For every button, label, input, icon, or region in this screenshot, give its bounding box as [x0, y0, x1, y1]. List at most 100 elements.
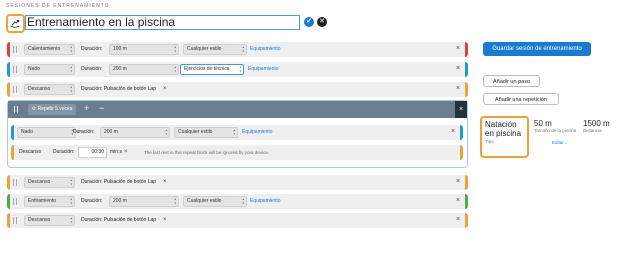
drag-handle-icon[interactable] [13, 66, 17, 73]
repeat-rest-note: The last rest in this repeat block will … [144, 150, 270, 155]
edit-pool-link[interactable]: Editar... [552, 140, 567, 146]
workout-title-input[interactable]: Entrenamiento en la piscina [25, 15, 300, 30]
equipment-link[interactable]: Equipamiento [250, 46, 281, 53]
pool-size-label: Tamaño de la piscina [534, 128, 577, 133]
sport-type-value: Natación en piscina [485, 120, 522, 138]
repeat-count-label: Repetir 5 veces [37, 106, 73, 112]
step-color-stripe [465, 62, 468, 77]
equipment-link[interactable]: Equipamiento [242, 129, 273, 136]
step-color-stripe [7, 82, 10, 97]
delete-step-icon[interactable]: × [456, 65, 460, 73]
drag-handle-icon[interactable] [13, 86, 17, 93]
remove-duration-icon[interactable]: × [163, 217, 167, 224]
check-icon: ✔ [306, 18, 312, 25]
stroke-select[interactable]: Ejercicios de técnica [180, 64, 244, 75]
repeat-count-button[interactable]: ⟳ Repetir 5 veces [28, 104, 77, 115]
drag-handle-icon[interactable] [14, 106, 18, 113]
remove-duration-icon[interactable]: × [163, 179, 167, 186]
save-workout-button[interactable]: Guardar sesión de entrenamiento [483, 42, 591, 56]
step-color-stripe [460, 125, 463, 140]
step-color-stripe [465, 82, 468, 97]
duration-label: Duración: [73, 129, 95, 135]
step-swim: Nado Duración: 200 m Ejercicios de técni… [7, 62, 468, 77]
step-type-select[interactable]: Nado [24, 64, 75, 75]
distance-value: 1500 m [583, 119, 610, 128]
delete-step-icon[interactable]: × [456, 197, 460, 205]
equipment-link[interactable]: Equipamiento [250, 198, 281, 205]
step-type-select[interactable]: Enfriamiento [24, 196, 75, 207]
distance-label: Distancia [583, 128, 602, 133]
drag-handle-icon[interactable] [13, 179, 17, 186]
step-type-select[interactable]: Descanso [24, 215, 75, 226]
step-color-stripe [7, 62, 10, 77]
sport-icon-box[interactable] [6, 14, 25, 33]
duration-select[interactable]: 200 m [109, 196, 179, 207]
step-type-select[interactable]: Descanso [24, 177, 75, 188]
repeat-step-rest: Descanso Duración: 00:30 min:s × The las… [11, 145, 463, 160]
duration-label: Duración: [81, 66, 103, 72]
duration-select[interactable]: 100 m [109, 44, 179, 55]
step-rest: Descanso Duración: Pulsación de botón La… [7, 175, 468, 190]
drag-handle-icon[interactable] [13, 198, 17, 205]
step-rest: Descanso Duración: Pulsación de botón La… [7, 213, 468, 228]
step-color-stripe [465, 194, 468, 209]
duration-lap-label: Duración: Pulsación de botón Lap [81, 179, 157, 185]
stroke-select[interactable]: Cualquier estilo [183, 196, 247, 207]
distance-stat: 1500 m Distancia [583, 119, 617, 134]
repeat-block-header [8, 101, 467, 118]
swimmer-icon [10, 19, 20, 28]
step-type-select[interactable]: Descanso [24, 84, 75, 95]
duration-lap-label: Duración: Pulsación de botón Lap [81, 86, 157, 92]
delete-step-icon[interactable]: × [456, 216, 460, 224]
breadcrumb[interactable]: Sesiones de entrenamiento [6, 3, 110, 9]
remove-repeat-step-button[interactable]: − [99, 103, 104, 114]
delete-repeat-button[interactable]: × [455, 101, 467, 118]
remove-duration-icon[interactable]: × [124, 149, 128, 156]
step-cooldown: Enfriamiento Duración: 200 m Cualquier e… [7, 194, 468, 209]
pool-size-value: 50 m [534, 119, 552, 128]
duration-label: Duración: [53, 149, 75, 155]
time-unit-label: min:s [110, 149, 122, 155]
duration-select[interactable]: 200 m [100, 127, 170, 138]
step-color-stripe [7, 213, 10, 228]
step-color-stripe [7, 194, 10, 209]
stroke-select[interactable]: Cualquier estilo [174, 127, 238, 138]
step-type-select[interactable]: Calentamiento [24, 44, 75, 55]
step-color-stripe [460, 145, 463, 160]
remove-duration-icon[interactable]: × [163, 86, 167, 93]
step-color-stripe [11, 145, 14, 160]
confirm-title-button[interactable]: ✔ [304, 17, 314, 27]
step-color-stripe [7, 175, 10, 190]
duration-lap-label: Duración: Pulsación de botón Lap [81, 217, 157, 223]
rest-label: Descanso [19, 149, 42, 155]
step-color-stripe [465, 42, 468, 57]
duration-label: Duración: [81, 198, 103, 204]
equipment-link[interactable]: Equipamiento [248, 66, 279, 73]
delete-step-icon[interactable]: × [451, 128, 455, 136]
rest-time-input[interactable]: 00:30 [78, 147, 107, 158]
add-step-button[interactable]: Añadir un paso [483, 75, 540, 87]
add-repeat-step-button[interactable]: + [84, 103, 89, 114]
drag-handle-icon[interactable] [13, 217, 17, 224]
step-color-stripe [7, 42, 10, 57]
step-type-select[interactable]: Nado [17, 127, 76, 138]
pool-size-stat: 50 m Tamaño de la piscina Editar... [534, 119, 580, 145]
step-color-stripe [11, 125, 14, 140]
sport-type-label: Tipo [485, 139, 494, 144]
step-rest: Descanso Duración: Pulsación de botón La… [7, 82, 468, 97]
repeat-step-swim: Nado Duración: 200 m Cualquier estilo Eq… [11, 125, 463, 140]
delete-step-icon[interactable]: × [456, 85, 460, 93]
delete-step-icon[interactable]: × [456, 45, 460, 53]
duration-label: Duración: [81, 46, 103, 52]
duration-select[interactable]: 200 m [109, 64, 179, 75]
step-warmup: Calentamiento Duración: 100 m Cualquier … [7, 42, 468, 57]
stroke-select[interactable]: Cualquier estilo [183, 44, 247, 55]
sport-type-box[interactable]: Natación en piscina Tipo [480, 116, 529, 158]
drag-handle-icon[interactable] [13, 46, 17, 53]
close-icon: ✕ [319, 18, 325, 25]
cancel-title-button[interactable]: ✕ [317, 17, 327, 27]
refresh-icon: ⟳ [32, 106, 37, 112]
delete-step-icon[interactable]: × [456, 178, 460, 186]
add-repeat-button[interactable]: Añadir una repetición [483, 93, 559, 105]
step-color-stripe [465, 175, 468, 190]
